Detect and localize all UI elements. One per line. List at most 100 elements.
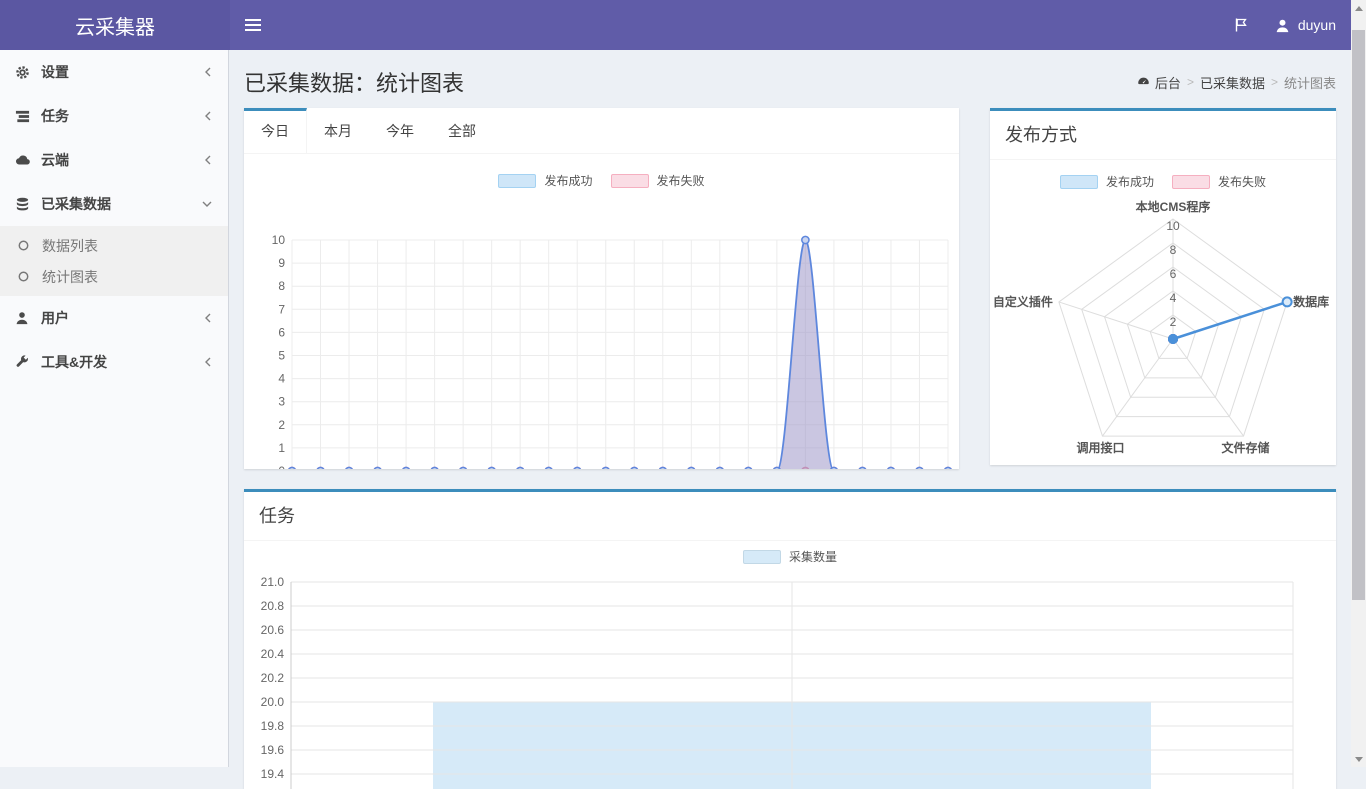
svg-text:5: 5 <box>278 349 285 363</box>
svg-text:2: 2 <box>1170 315 1177 329</box>
svg-text:20.0: 20.0 <box>261 695 285 709</box>
tab-today[interactable]: 今日 <box>244 108 307 153</box>
app-brand-label: 云采集器 <box>75 11 155 40</box>
sidebar-item-tools-dev[interactable]: 工具&开发 <box>0 340 228 384</box>
sidebar-subitem-label: 统计图表 <box>42 267 98 287</box>
svg-text:7: 7 <box>278 302 285 316</box>
sidebar-item-stats-chart[interactable]: 统计图表 <box>0 261 228 292</box>
sidebar-item-users[interactable]: 用户 <box>0 296 228 340</box>
bar-chart-legend: 采集数量 <box>244 548 1336 565</box>
sidebar-item-label: 云端 <box>41 150 203 170</box>
chevron-left-icon <box>203 312 213 324</box>
svg-text:10: 10 <box>271 233 285 247</box>
tab-label: 今年 <box>386 123 414 139</box>
hourly-line-chart[interactable]: 0123456789101点2点3点4点5点6点7点8点9点10点11点12点1… <box>252 228 952 469</box>
breadcrumb-label: 统计图表 <box>1284 73 1336 92</box>
scroll-up-icon <box>1355 6 1363 11</box>
breadcrumb-current: 统计图表 <box>1284 73 1336 92</box>
wrench-icon <box>15 355 41 369</box>
sidebar-item-tasks[interactable]: 任务 <box>0 94 228 138</box>
breadcrumb-separator: > <box>1271 75 1278 89</box>
svg-text:20.4: 20.4 <box>261 647 285 661</box>
breadcrumb-label: 后台 <box>1155 73 1181 92</box>
hourly-chart-panel: 今日 本月 今年 全部 发布成功发布失败 0123456789101点2点3点4… <box>244 108 959 469</box>
svg-text:本地CMS程序: 本地CMS程序 <box>1136 199 1211 214</box>
sidebar-item-settings[interactable]: 设置 <box>0 50 228 94</box>
svg-text:19.6: 19.6 <box>261 743 285 757</box>
collected-data-submenu: 数据列表 统计图表 <box>0 226 228 296</box>
legend-item[interactable]: 发布成功 <box>1060 173 1154 190</box>
legend-swatch <box>498 174 536 188</box>
browser-scrollbar <box>1351 0 1366 767</box>
sidebar-item-label: 用户 <box>41 308 203 328</box>
legend-label: 发布成功 <box>544 172 592 189</box>
svg-text:19.4: 19.4 <box>261 767 285 781</box>
svg-text:8: 8 <box>1170 243 1177 257</box>
tasks-panel: 任务 采集数量 21.020.820.620.420.220.019.819.6… <box>244 489 1336 789</box>
legend-label: 发布失败 <box>657 172 705 189</box>
scrollbar-thumb[interactable] <box>1352 30 1365 600</box>
breadcrumb-label: 已采集数据 <box>1200 73 1265 92</box>
publish-radar-chart[interactable]: 246810本地CMS程序数据库文件存储调用接口自定义插件 <box>991 197 1335 465</box>
circle-icon <box>18 271 42 282</box>
legend-item[interactable]: 发布失败 <box>611 172 705 189</box>
legend-swatch <box>1172 175 1210 189</box>
page-title: 已采集数据：统计图表 <box>244 66 464 98</box>
svg-text:21.0: 21.0 <box>261 576 285 589</box>
legend-item[interactable]: 发布成功 <box>498 172 592 189</box>
scrollbar-up-button[interactable] <box>1351 0 1366 16</box>
main-content: 已采集数据：统计图表 后台 > 已采集数据 > 统计图表 今日 本月 今年 全部 <box>229 50 1351 767</box>
panel-title: 任务 <box>244 492 1336 541</box>
navbar-right: duyun <box>1233 0 1366 50</box>
sidebar-toggle-button[interactable] <box>230 0 276 50</box>
legend-swatch <box>743 550 781 564</box>
breadcrumb-collected-data[interactable]: 已采集数据 <box>1200 73 1265 92</box>
scroll-down-icon <box>1355 757 1363 762</box>
chevron-left-icon <box>203 154 213 166</box>
scrollbar-down-button[interactable] <box>1351 751 1366 767</box>
svg-text:4: 4 <box>278 372 285 386</box>
sidebar-item-data-list[interactable]: 数据列表 <box>0 230 228 261</box>
sidebar-item-collected-data[interactable]: 已采集数据 <box>0 182 228 226</box>
tab-this-year[interactable]: 今年 <box>369 108 431 153</box>
panel-title: 发布方式 <box>990 111 1336 160</box>
legend-label: 发布失败 <box>1218 173 1266 190</box>
chevron-down-icon <box>201 199 213 209</box>
svg-text:数据库: 数据库 <box>1293 294 1329 309</box>
tab-all[interactable]: 全部 <box>431 108 493 153</box>
chevron-left-icon <box>203 356 213 368</box>
charts-row: 今日 本月 今年 全部 发布成功发布失败 0123456789101点2点3点4… <box>244 108 1336 469</box>
svg-text:6: 6 <box>278 325 285 339</box>
tasks-bar-chart[interactable]: 21.020.820.620.420.220.019.819.619.4 <box>260 576 1318 789</box>
tab-this-month[interactable]: 本月 <box>307 108 369 153</box>
legend-item[interactable]: 发布失败 <box>1172 173 1266 190</box>
period-tabs: 今日 本月 今年 全部 <box>244 108 959 154</box>
tasks-icon <box>15 109 41 124</box>
legend-item[interactable]: 采集数量 <box>743 548 837 565</box>
legend-swatch <box>611 174 649 188</box>
flag-icon[interactable] <box>1233 17 1249 33</box>
sidebar-item-label: 任务 <box>41 106 203 126</box>
top-navbar: 云采集器 duyun <box>0 0 1366 50</box>
svg-text:调用接口: 调用接口 <box>1076 440 1124 455</box>
svg-text:3: 3 <box>278 395 285 409</box>
sidebar: 设置 任务 云端 已采集数据 数据列表 统计图表 <box>0 50 229 767</box>
sidebar-item-label: 已采集数据 <box>41 194 201 214</box>
breadcrumb-home[interactable]: 后台 <box>1137 73 1181 92</box>
user-menu[interactable]: duyun <box>1275 17 1336 33</box>
sidebar-subitem-label: 数据列表 <box>42 236 98 256</box>
dashboard-icon <box>1137 76 1150 89</box>
svg-text:19.8: 19.8 <box>261 719 285 733</box>
legend-label: 发布成功 <box>1106 173 1154 190</box>
database-icon <box>15 197 41 212</box>
hourly-chart-legend: 发布成功 发布失败 <box>244 172 959 189</box>
app-brand[interactable]: 云采集器 <box>0 0 230 50</box>
svg-text:9: 9 <box>278 256 285 270</box>
svg-text:文件存储: 文件存储 <box>1222 440 1270 455</box>
user-name: duyun <box>1298 17 1336 33</box>
svg-text:20.2: 20.2 <box>261 671 285 685</box>
svg-text:6: 6 <box>1170 267 1177 281</box>
sidebar-item-cloud[interactable]: 云端 <box>0 138 228 182</box>
hamburger-icon <box>245 24 261 26</box>
svg-text:10: 10 <box>1166 219 1180 233</box>
